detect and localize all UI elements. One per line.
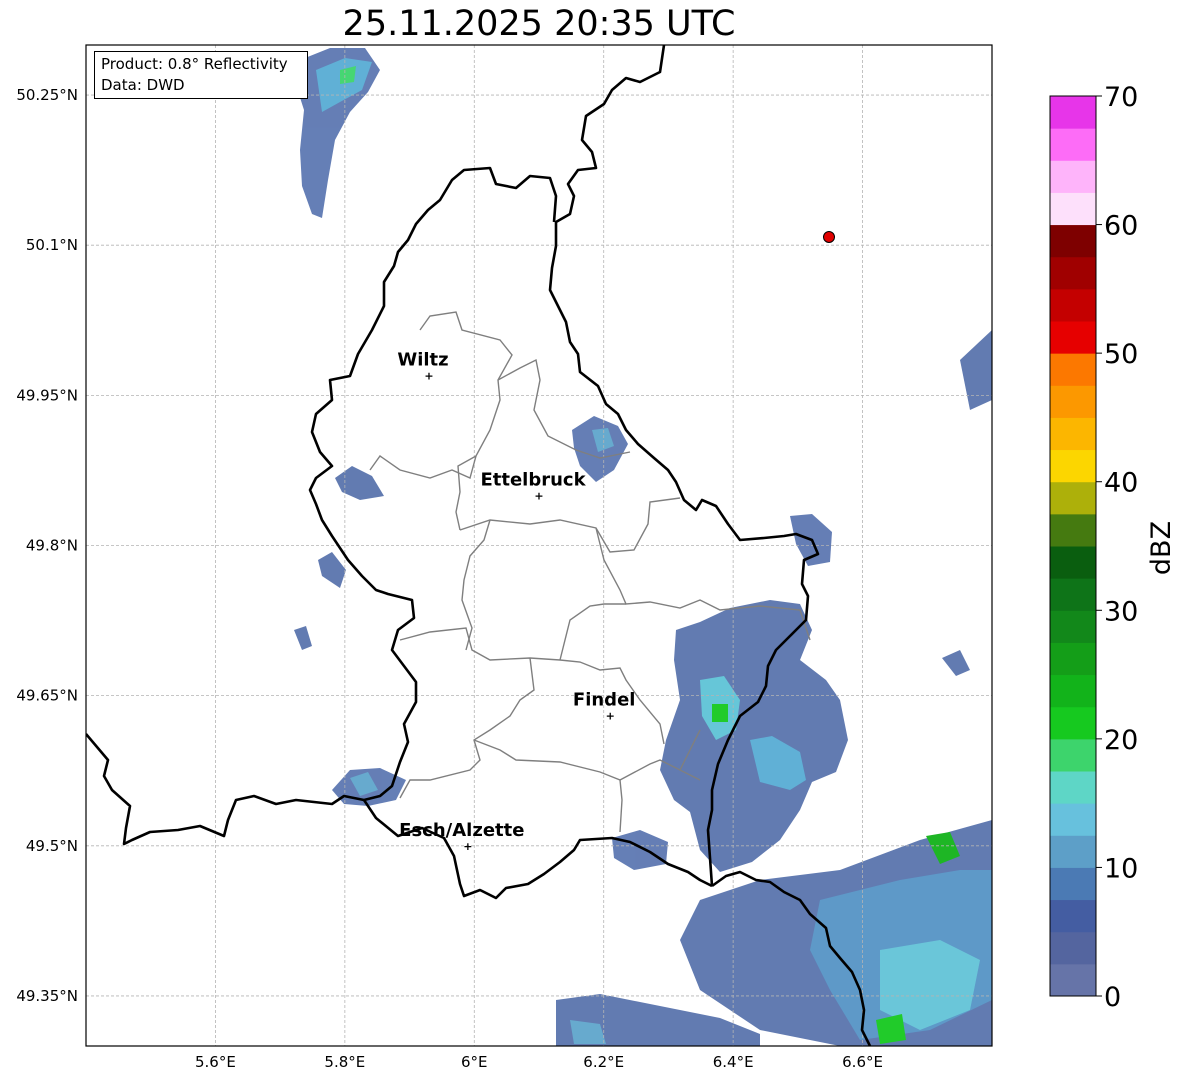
lon-tick-label: 6.4°E <box>713 1053 754 1071</box>
colorbar-segment <box>1050 578 1096 611</box>
colorbar-tick-label: 60 <box>1104 211 1138 242</box>
colorbar-segment <box>1050 160 1096 193</box>
city-label: Findel <box>573 690 636 711</box>
colorbar-segment <box>1050 963 1096 997</box>
colorbar-segment <box>1050 931 1096 965</box>
colorbar-segment <box>1050 642 1096 676</box>
colorbar-segment <box>1050 835 1096 868</box>
colorbar-segment <box>1050 192 1096 226</box>
colorbar-segment <box>1050 899 1096 933</box>
colorbar-segment <box>1050 417 1096 451</box>
colorbar-tick-label: 0 <box>1104 982 1121 1013</box>
lat-tick-label: 49.5°N <box>26 837 78 855</box>
colorbar-segment <box>1050 96 1096 129</box>
data-source-label: Data: DWD <box>101 76 185 94</box>
colorbar-tick-label: 50 <box>1104 339 1138 370</box>
colorbar-segment <box>1050 256 1096 290</box>
colorbar-segment <box>1050 867 1096 901</box>
colorbar-segment <box>1050 385 1096 418</box>
colorbar-segment <box>1050 706 1096 740</box>
colorbar-tick-label: 40 <box>1104 468 1138 499</box>
colorbar-segment <box>1050 321 1096 354</box>
colorbar-tick-label: 30 <box>1104 596 1138 627</box>
colorbar-tick-label: 20 <box>1104 725 1138 756</box>
city-marker: + <box>606 710 615 723</box>
lon-tick-label: 6°E <box>461 1053 488 1071</box>
product-info-box: Product: 0.8° Reflectivity Data: DWD <box>94 51 308 99</box>
colorbar <box>1049 95 1097 997</box>
colorbar-segment <box>1050 288 1096 322</box>
lat-tick-label: 49.8°N <box>26 537 78 555</box>
colorbar-segment <box>1050 449 1096 483</box>
colorbar-segment <box>1050 771 1096 804</box>
lat-tick-label: 49.35°N <box>16 987 78 1005</box>
colorbar-segment <box>1050 803 1096 836</box>
colorbar-segment <box>1050 224 1096 258</box>
colorbar-label: dBZ <box>1146 521 1177 575</box>
colorbar-segment <box>1050 738 1096 772</box>
lon-tick-label: 6.2°E <box>583 1053 624 1071</box>
colorbar-tick-label: 70 <box>1104 82 1138 113</box>
colorbar-segment <box>1050 353 1096 386</box>
colorbar-segment <box>1050 481 1096 515</box>
reflectivity-echoes <box>294 48 992 1046</box>
lat-tick-label: 50.1°N <box>26 236 78 254</box>
colorbar-segment <box>1050 674 1096 708</box>
product-label: Product: 0.8° Reflectivity <box>101 55 288 73</box>
lat-tick-label: 49.95°N <box>16 386 78 404</box>
colorbar-segment <box>1050 610 1096 643</box>
lon-tick-label: 5.8°E <box>324 1053 365 1071</box>
lat-tick-label: 49.65°N <box>16 687 78 705</box>
city-label: Ettelbruck <box>480 469 586 490</box>
lon-tick-label: 5.6°E <box>195 1053 236 1071</box>
lon-tick-label: 6.6°E <box>842 1053 883 1071</box>
city-marker: + <box>463 840 472 853</box>
radar-map: +Wiltz+Ettelbruck+Findel+Esch/Alzette 5.… <box>16 44 1177 1071</box>
colorbar-segment <box>1050 546 1096 579</box>
radar-site-marker <box>823 231 835 243</box>
city-marker: + <box>534 489 543 502</box>
lat-tick-label: 50.25°N <box>16 86 78 104</box>
city-marker: + <box>424 369 433 382</box>
colorbar-tick-label: 10 <box>1104 853 1138 884</box>
colorbar-segment <box>1050 128 1096 161</box>
colorbar-segment <box>1050 513 1096 547</box>
city-label: Esch/Alzette <box>399 820 524 841</box>
city-label: Wiltz <box>397 349 448 370</box>
